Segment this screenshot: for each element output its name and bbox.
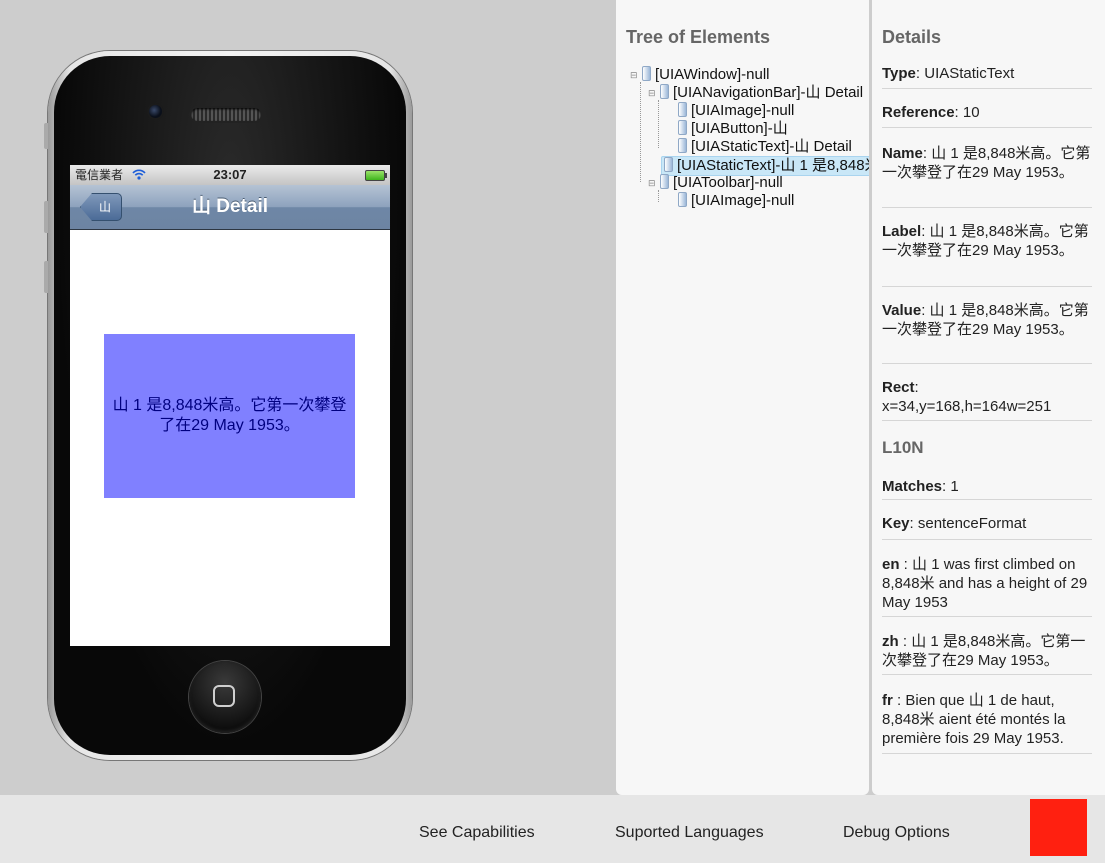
detail-value: Value: 山 1 是8,848米高。它第一次攀登了在29 May 1953。 bbox=[882, 302, 1089, 338]
static-text-content: 山 1 是8,848米高。它第一次攀登了在29 May 1953。 bbox=[112, 397, 347, 434]
expand-toggle-icon[interactable]: ⊟ bbox=[648, 84, 660, 102]
element-icon bbox=[660, 84, 669, 99]
see-capabilities-link[interactable]: See Capabilities bbox=[419, 824, 535, 842]
tree-node[interactable]: ⊟ [UIANavigationBar]-山 Detail bbox=[648, 84, 863, 102]
divider bbox=[882, 207, 1092, 208]
divider bbox=[882, 753, 1092, 754]
tree-node-label: [UIAStaticText]-山 Detail bbox=[691, 138, 852, 155]
detail-fr: fr : Bien que 山 1 de haut, 8,848米 aient … bbox=[882, 692, 1066, 747]
tree-node[interactable]: [UIAImage]-null bbox=[678, 192, 794, 210]
tree-node-label: [UIAStaticText]-山 1 是8,848米高。它第一次攀登了在29 … bbox=[677, 157, 869, 174]
tree-node[interactable]: [UIAButton]-山 bbox=[678, 120, 788, 138]
static-text-box: 山 1 是8,848米高。它第一次攀登了在29 May 1953。 bbox=[104, 334, 355, 498]
tree-node-label: [UIAImage]-null bbox=[691, 192, 795, 209]
details-title: Details bbox=[882, 27, 942, 47]
tree-connector bbox=[658, 100, 659, 148]
home-square-icon bbox=[213, 685, 235, 707]
detail-zh: zh : 山 1 是8,848米高。它第一次攀登了在29 May 1953。 bbox=[882, 633, 1086, 669]
volume-up-button bbox=[44, 201, 48, 233]
earpiece-speaker bbox=[191, 108, 261, 121]
divider bbox=[882, 539, 1092, 540]
supported-languages-link[interactable]: Suported Languages bbox=[615, 824, 764, 842]
element-icon bbox=[664, 157, 673, 172]
element-icon bbox=[678, 120, 687, 135]
details-panel: Details Type: UIAStaticText Reference: 1… bbox=[872, 0, 1105, 795]
expand-toggle-icon[interactable]: ⊟ bbox=[648, 174, 660, 192]
detail-en: en : 山 1 was first climbed on 8,848米 and… bbox=[882, 556, 1088, 611]
detail-matches: Matches: 1 bbox=[882, 478, 959, 495]
divider bbox=[882, 499, 1092, 500]
status-time: 23:07 bbox=[213, 167, 247, 182]
divider bbox=[882, 674, 1092, 675]
detail-name: Name: 山 1 是8,848米高。它第一次攀登了在29 May 1953。 bbox=[882, 145, 1091, 181]
element-icon bbox=[678, 102, 687, 117]
tree-node-label: [UIAImage]-null bbox=[691, 102, 795, 119]
divider bbox=[882, 88, 1092, 89]
front-camera bbox=[149, 105, 162, 118]
tree-connector bbox=[640, 82, 641, 182]
mute-switch bbox=[44, 123, 48, 149]
element-icon bbox=[678, 138, 687, 153]
tree-node-label: [UIAToolbar]-null bbox=[673, 174, 783, 191]
tree-title: Tree of Elements bbox=[626, 27, 771, 47]
divider bbox=[882, 616, 1092, 617]
element-icon bbox=[660, 174, 669, 189]
tree-node[interactable]: ⊟ [UIAToolbar]-null bbox=[648, 174, 783, 192]
detail-type: Type: UIAStaticText bbox=[882, 65, 1015, 82]
red-status-square[interactable] bbox=[1030, 799, 1087, 856]
tree-node-selected[interactable]: [UIAStaticText]-山 1 是8,848米高。它第一次攀登了在29 … bbox=[661, 156, 869, 176]
status-bar: 電信業者 23:07 bbox=[70, 165, 390, 185]
battery-icon bbox=[365, 170, 387, 181]
nav-title: 山 Detail bbox=[191, 196, 269, 217]
expand-toggle-icon[interactable]: ⊟ bbox=[630, 66, 642, 84]
tree-panel: Tree of Elements ⊟ [UIAWindow]-null ⊟ [UIA… bbox=[616, 0, 869, 795]
navigation-bar: 山 山 Detail bbox=[70, 185, 390, 230]
device-screen: 電信業者 23:07 山 山 Detail 山 1 是8,848米高。它第一次攀… bbox=[70, 165, 390, 646]
tree-node-label: [UIAButton]-山 bbox=[691, 120, 788, 137]
l10n-title: L10N bbox=[882, 438, 924, 457]
footer-bar: See Capabilities Suported Languages Debu… bbox=[0, 795, 1105, 863]
detail-key: Key: sentenceFormat bbox=[882, 515, 1027, 532]
tree-node[interactable]: ⊟ [UIAWindow]-null bbox=[630, 66, 769, 84]
divider bbox=[882, 127, 1092, 128]
debug-options-link[interactable]: Debug Options bbox=[843, 824, 950, 842]
detail-reference: Reference: 10 bbox=[882, 104, 980, 121]
element-icon bbox=[642, 66, 651, 81]
detail-label: Label: 山 1 是8,848米高。它第一次攀登了在29 May 1953。 bbox=[882, 223, 1089, 259]
divider bbox=[882, 286, 1092, 287]
detail-rect: Rect: x=34,y=168,h=164w=251 bbox=[882, 379, 1052, 415]
tree-node[interactable]: [UIAImage]-null bbox=[678, 102, 794, 120]
tree-node-label: [UIAWindow]-null bbox=[655, 66, 770, 83]
home-button[interactable] bbox=[189, 661, 261, 733]
volume-down-button bbox=[44, 261, 48, 293]
divider bbox=[882, 363, 1092, 364]
divider bbox=[882, 420, 1092, 421]
tree-node-label: [UIANavigationBar]-山 Detail bbox=[673, 84, 864, 101]
element-icon bbox=[678, 192, 687, 207]
tree-node[interactable]: [UIAStaticText]-山 Detail bbox=[678, 138, 852, 156]
